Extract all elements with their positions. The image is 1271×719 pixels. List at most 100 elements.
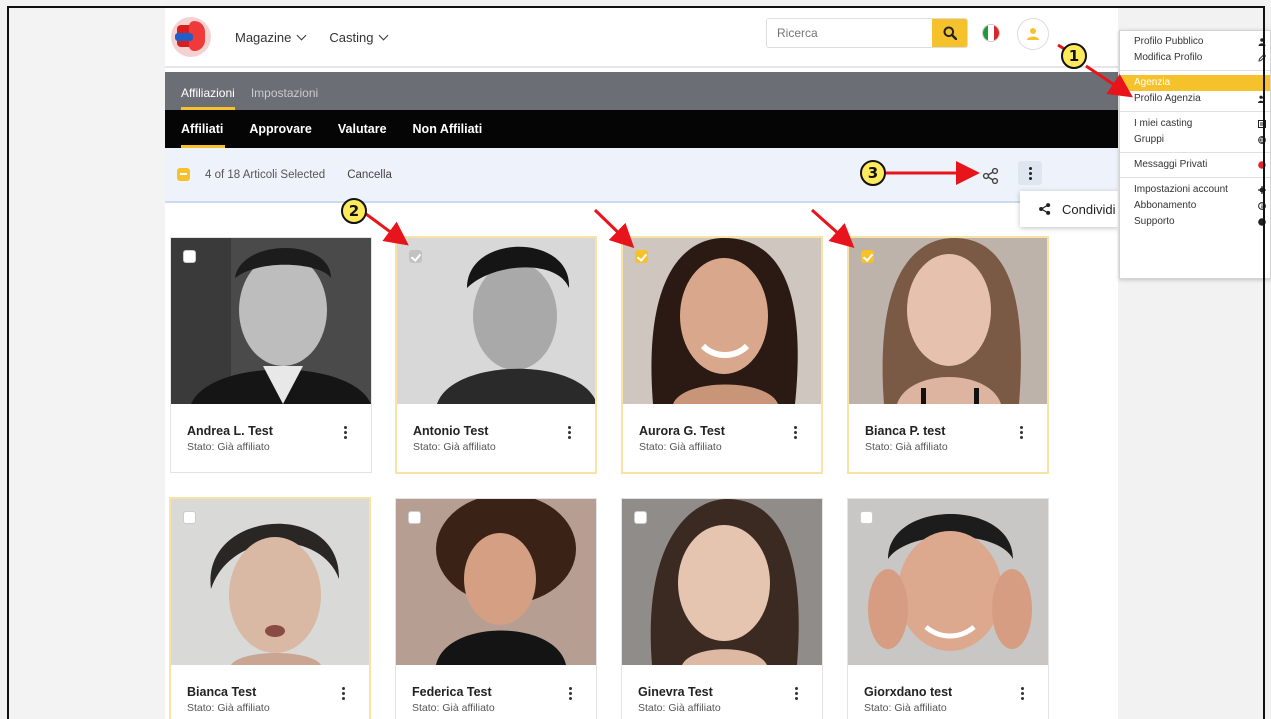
user-icon [1027, 28, 1039, 40]
card-checkbox[interactable] [860, 511, 873, 524]
site-logo[interactable] [171, 17, 211, 57]
talent-status: Stato: Già affiliato [187, 702, 270, 714]
card-options-icon[interactable] [342, 687, 345, 700]
tab-valutare[interactable]: Valutare [338, 110, 387, 148]
talent-card[interactable]: Giorxdano test Stato: Già affiliato [847, 498, 1049, 719]
search-icon [943, 26, 957, 40]
menu-divider [1120, 70, 1270, 71]
share-button[interactable] [982, 167, 1000, 185]
menu-label: Profilo Agenzia [1134, 93, 1201, 104]
app-window: Magazine Casting Af [165, 8, 1118, 719]
tab-non-affiliati[interactable]: Non Affiliati [413, 110, 483, 148]
select-all-checkbox[interactable] [177, 168, 190, 181]
menu-label: Messaggi Privati [1134, 159, 1208, 170]
menu-item-profilo-agenzia[interactable]: Profilo Agenzia [1120, 91, 1270, 107]
chevron-down-icon [379, 30, 389, 40]
menu-label: Profilo Pubblico [1134, 36, 1204, 47]
share-label: Condividi [1062, 201, 1116, 217]
tab-affiliazioni[interactable]: Affiliazioni [181, 86, 241, 110]
talent-photo [396, 499, 596, 665]
card-checkbox[interactable] [183, 250, 196, 263]
card-checkbox-checked[interactable] [635, 250, 648, 263]
nav-magazine[interactable]: Magazine [235, 30, 307, 45]
menu-label: Impostazioni account [1134, 184, 1228, 195]
menu-label: Abbonamento [1134, 200, 1197, 211]
card-options-icon[interactable] [1020, 426, 1023, 439]
menu-item-messaggi-privati[interactable]: Messaggi Privati [1120, 157, 1270, 173]
chevron-down-icon [296, 30, 307, 40]
menu-item-modifica-profilo[interactable]: Modifica Profilo [1120, 50, 1270, 66]
badge-icon [1258, 161, 1266, 169]
tab-affiliati[interactable]: Affiliati [181, 110, 226, 148]
menu-item-profilo-pubblico[interactable]: Profilo Pubblico [1120, 34, 1270, 50]
menu-label: Agenzia [1134, 77, 1171, 88]
search-button[interactable] [932, 19, 967, 47]
card-options-icon[interactable] [794, 426, 797, 439]
card-options-icon[interactable] [344, 426, 347, 439]
card-options-icon[interactable] [569, 687, 572, 700]
talent-card[interactable]: Andrea L. Test Stato: Già affiliato [170, 237, 372, 473]
annotation-marker-3: 3 [860, 160, 886, 186]
menu-divider [1120, 177, 1270, 178]
talent-card[interactable]: Antonio Test Stato: Già affiliato [395, 236, 597, 474]
card-checkbox[interactable] [183, 511, 196, 524]
talent-card[interactable]: Ginevra Test Stato: Già affiliato [621, 498, 823, 719]
menu-item-agenzia[interactable]: Agenzia [1120, 75, 1270, 91]
menu-item-impostazioni-account[interactable]: Impostazioni account [1120, 182, 1270, 198]
globe-icon [1258, 136, 1266, 144]
cancel-selection-button[interactable]: Cancella [347, 169, 392, 181]
talent-name: Ginevra Test [638, 685, 713, 699]
card-checkbox[interactable] [408, 511, 421, 524]
menu-item-gruppi[interactable]: Gruppi [1120, 132, 1270, 148]
talent-name: Bianca P. test [865, 424, 946, 438]
card-options-icon[interactable] [795, 687, 798, 700]
filter-tabbar: Affiliati Approvare Valutare Non Affilia… [165, 110, 1118, 148]
tab-approvare[interactable]: Approvare [249, 110, 312, 148]
portrait-image [622, 499, 822, 665]
left-gutter [0, 0, 165, 719]
talent-photo [171, 499, 369, 665]
portrait-image [171, 499, 369, 665]
selection-toolbar: 4 of 18 Articoli Selected Cancella [165, 148, 1118, 203]
share-dropdown-item[interactable]: Condividi [1020, 191, 1118, 227]
talent-name: Antonio Test [413, 424, 489, 438]
selection-count: 4 of 18 Articoli Selected [205, 168, 326, 181]
talent-card[interactable]: Aurora G. Test Stato: Già affiliato [621, 236, 823, 474]
card-checkbox-checked[interactable] [409, 250, 422, 263]
talent-status: Stato: Già affiliato [638, 702, 721, 714]
talent-card[interactable]: Bianca Test Stato: Già affiliato [169, 497, 371, 719]
talent-name: Andrea L. Test [187, 424, 273, 438]
portrait-image [849, 238, 1047, 404]
nav-casting[interactable]: Casting [329, 30, 389, 45]
card-options-icon[interactable] [1021, 687, 1024, 700]
user-avatar-button[interactable] [1017, 18, 1049, 50]
portrait-image [397, 238, 595, 404]
top-navbar: Magazine Casting [165, 8, 1118, 68]
card-options-icon[interactable] [568, 426, 571, 439]
tab-impostazioni[interactable]: Impostazioni [251, 86, 324, 110]
help-icon [1258, 218, 1266, 226]
search-input[interactable] [767, 19, 932, 47]
talent-photo [622, 499, 822, 665]
card-checkbox[interactable] [634, 511, 647, 524]
portrait-image [396, 499, 596, 665]
talent-photo [848, 499, 1048, 665]
talent-status: Stato: Già affiliato [187, 441, 270, 453]
talent-photo [849, 238, 1047, 404]
info-icon [1258, 202, 1266, 210]
talent-status: Stato: Già affiliato [413, 441, 496, 453]
annotation-marker-2: 2 [341, 198, 367, 224]
menu-label: Gruppi [1134, 134, 1165, 145]
talent-card[interactable]: Bianca P. test Stato: Già affiliato [847, 236, 1049, 474]
menu-item-miei-casting[interactable]: I miei casting [1120, 116, 1270, 132]
talent-card[interactable]: Federica Test Stato: Già affiliato [395, 498, 597, 719]
list-icon [1258, 120, 1266, 128]
annotation-marker-1: 1 [1061, 43, 1087, 69]
more-options-button[interactable] [1018, 161, 1042, 185]
menu-item-abbonamento[interactable]: Abbonamento [1120, 198, 1270, 214]
users-icon [1258, 95, 1266, 103]
italian-flag-icon[interactable] [982, 24, 1000, 42]
menu-item-supporto[interactable]: Supporto [1120, 214, 1270, 230]
card-checkbox-checked[interactable] [861, 250, 874, 263]
menu-divider [1120, 152, 1270, 153]
